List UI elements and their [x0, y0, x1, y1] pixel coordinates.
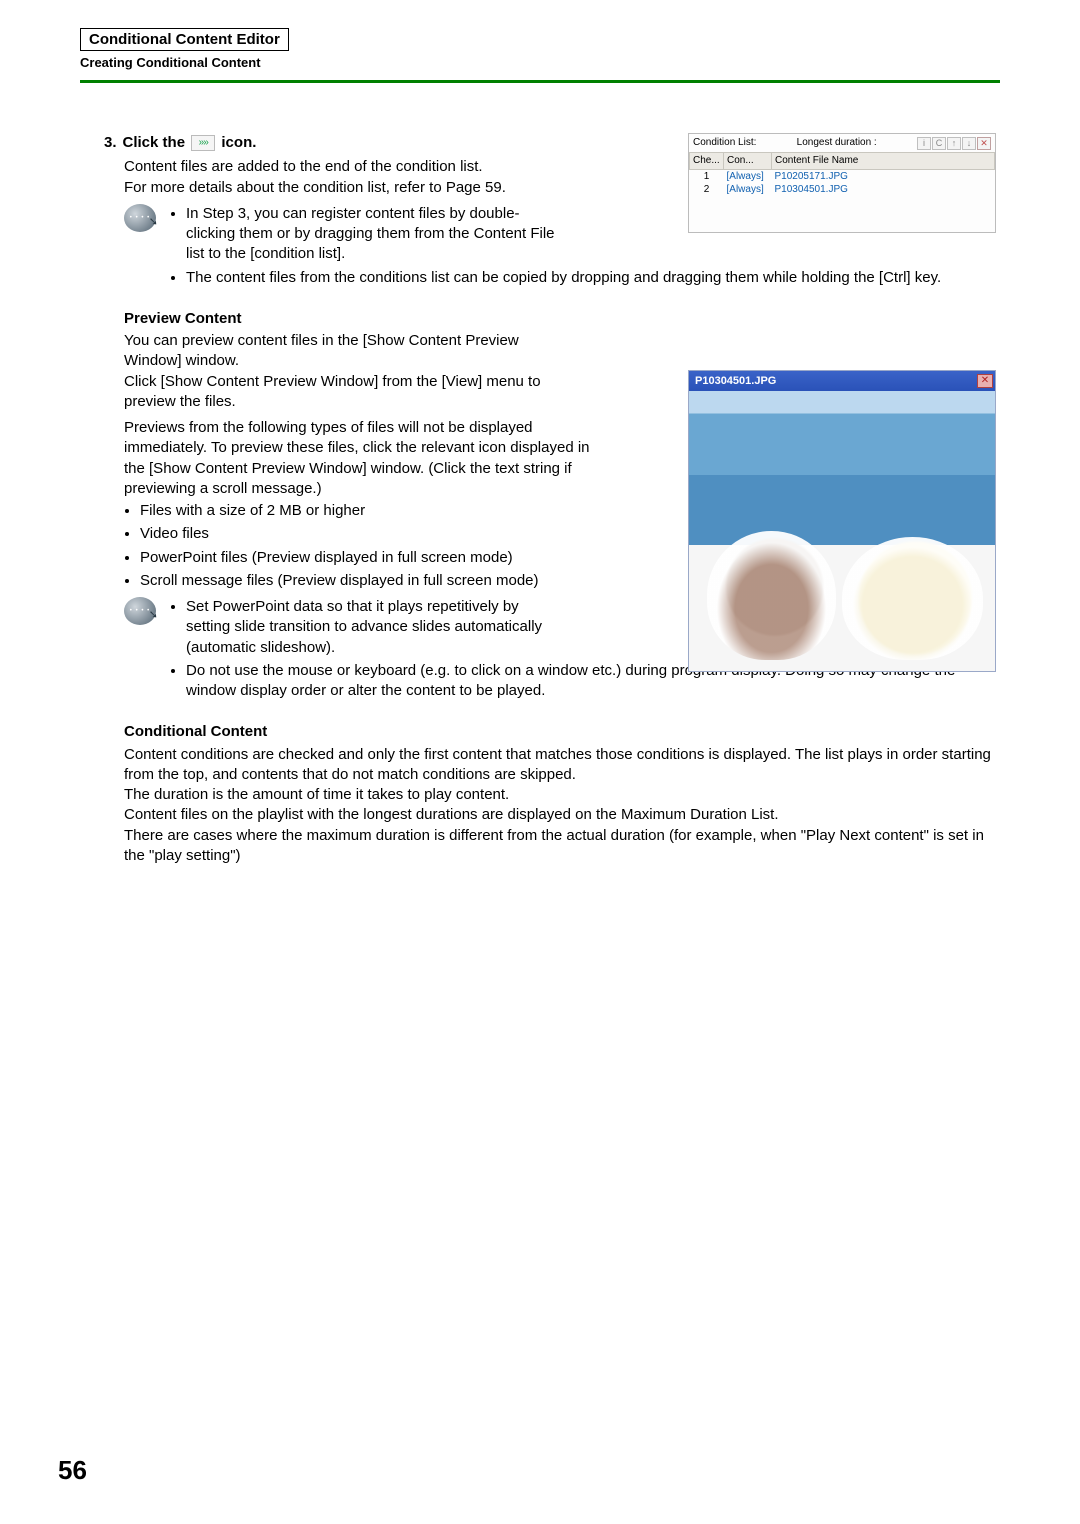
step3-line2: For more details about the condition lis…	[124, 178, 544, 198]
page-number: 56	[58, 1455, 87, 1486]
col-filename[interactable]: Content File Name	[772, 153, 995, 170]
table-row[interactable]: 1 [Always] P10205171.JPG	[690, 169, 995, 183]
condition-list-toolbar: Condition List: Longest duration : i C ↑…	[689, 134, 995, 152]
cond-p2: The duration is the amount of time it ta…	[124, 785, 1000, 805]
header-subtext: Creating Conditional Content	[80, 55, 1000, 70]
preview-bullet: PowerPoint files (Preview displayed in f…	[140, 548, 594, 568]
col-condition[interactable]: Con...	[724, 153, 772, 170]
tips-icon: • • • • ➘	[124, 204, 156, 232]
conditional-content-heading: Conditional Content	[124, 722, 1000, 742]
info-icon[interactable]: i	[917, 137, 931, 150]
tips-icon: • • • • ➘	[124, 597, 156, 625]
cond-p3: Content files on the playlist with the l…	[124, 805, 1000, 825]
close-icon[interactable]: ✕	[977, 374, 993, 388]
preview-content-heading: Preview Content	[124, 309, 1000, 329]
refresh-icon[interactable]: C	[932, 137, 946, 150]
preview-p2: Click [Show Content Preview Window] from…	[124, 372, 554, 413]
tip-item: Set PowerPoint data so that it plays rep…	[186, 597, 556, 658]
preview-title: P10304501.JPG	[695, 374, 776, 389]
condition-list-label: Condition List:	[693, 136, 756, 150]
cond-p4: There are cases where the maximum durati…	[124, 826, 1000, 867]
longest-duration-label: Longest duration :	[797, 136, 877, 150]
row-index: 1	[690, 169, 724, 183]
row-filename: P10304501.JPG	[772, 183, 995, 197]
tip-item: The content files from the conditions li…	[186, 268, 1000, 288]
step3-line1: Content files are added to the end of th…	[124, 157, 544, 177]
preview-bullet: Video files	[140, 524, 594, 544]
preview-bullet: Scroll message files (Preview displayed …	[140, 571, 594, 591]
header-rule	[80, 80, 1000, 83]
step-text-suffix: icon.	[221, 134, 256, 151]
move-down-icon[interactable]: ↓	[962, 137, 976, 150]
row-index: 2	[690, 183, 724, 197]
add-arrows-icon: »»	[191, 135, 215, 151]
cond-p1: Content conditions are checked and only …	[124, 745, 1000, 786]
row-condition: [Always]	[724, 183, 772, 197]
row-filename: P10205171.JPG	[772, 169, 995, 183]
condition-list-panel: Condition List: Longest duration : i C ↑…	[688, 133, 996, 233]
move-up-icon[interactable]: ↑	[947, 137, 961, 150]
header-box: Conditional Content Editor	[80, 28, 289, 51]
preview-image	[689, 391, 995, 671]
delete-icon[interactable]: ✕	[977, 137, 991, 150]
preview-window: P10304501.JPG ✕	[688, 370, 996, 672]
preview-titlebar: P10304501.JPG ✕	[689, 371, 995, 391]
preview-p3: Previews from the following types of fil…	[124, 418, 594, 499]
col-check[interactable]: Che...	[690, 153, 724, 170]
step-text-prefix: Click the	[123, 134, 186, 151]
preview-bullet: Files with a size of 2 MB or higher	[140, 501, 594, 521]
tip-item: In Step 3, you can register content file…	[186, 204, 566, 265]
table-row[interactable]: 2 [Always] P10304501.JPG	[690, 183, 995, 197]
step-number: 3.	[104, 133, 117, 153]
row-condition: [Always]	[724, 169, 772, 183]
preview-p1: You can preview content files in the [Sh…	[124, 331, 554, 372]
condition-list-table: Che... Con... Content File Name 1 [Alway…	[689, 152, 995, 197]
